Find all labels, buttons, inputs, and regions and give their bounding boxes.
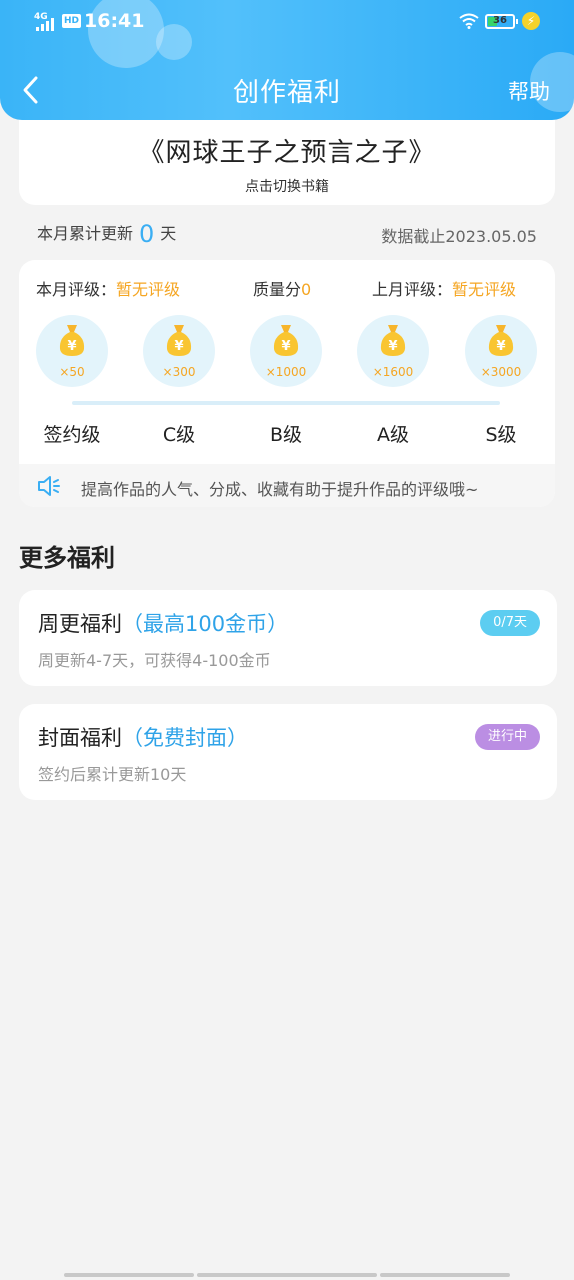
welfare-title: 周更福利	[38, 612, 122, 636]
welfare-highlight: （免费封面）	[122, 726, 248, 750]
weekly-progress-badge: 0/7天	[480, 610, 540, 636]
quality-score-value: 0	[301, 280, 312, 299]
battery-icon: 36	[485, 14, 515, 29]
welfare-name: 周更福利（最高100金币）	[38, 608, 288, 638]
signal-icon	[36, 17, 56, 31]
this-month-rating-label: 本月评级：	[36, 280, 117, 299]
wifi-icon	[459, 13, 479, 29]
gesture-bar	[380, 1273, 510, 1277]
help-button[interactable]: 帮助	[508, 76, 550, 106]
money-bag-icon: ¥	[166, 325, 192, 356]
battery-level: 36	[493, 15, 507, 26]
level-label: 签约级	[43, 424, 101, 446]
data-deadline: 数据截止2023.05.05	[381, 227, 537, 246]
quality-score: 质量分0	[253, 276, 311, 300]
svg-text:¥: ¥	[496, 339, 505, 354]
hd-badge: HD	[62, 14, 82, 28]
weekly-welfare-card[interactable]: 周更福利（最高100金币） 周更新4-7天，可获得4-100金币 0/7天	[19, 590, 557, 686]
welfare-highlight: （最高100金币）	[122, 612, 289, 636]
money-bag-icon: ¥	[488, 325, 514, 356]
level-label: B级	[269, 424, 303, 446]
update-days-count: 0	[139, 220, 155, 248]
reward-coin-c: ¥ ×300	[143, 315, 215, 387]
monthly-update-stat: 本月累计更新 0 天	[37, 220, 176, 248]
reward-coin-a: ¥ ×1600	[357, 315, 429, 387]
page-title: 创作福利	[232, 78, 341, 108]
svg-text:¥: ¥	[67, 339, 76, 354]
this-month-rating-value: 暂无评级	[116, 280, 181, 299]
last-month-rating: 上月评级：暂无评级	[372, 276, 516, 300]
tip-bar: 提高作品的人气、分成、收藏有助于提升作品的评级哦~	[19, 464, 555, 507]
svg-text:¥: ¥	[174, 339, 183, 354]
level-label: A级	[377, 424, 409, 446]
welfare-desc: 周更新4-7天，可获得4-100金币	[38, 651, 271, 670]
reward-coin-signed: ¥ ×50	[36, 315, 108, 387]
reward-multiplier: ×1000	[265, 365, 307, 379]
svg-text:¥: ¥	[281, 339, 290, 354]
last-month-rating-label: 上月评级：	[372, 280, 453, 299]
this-month-rating: 本月评级：暂无评级	[36, 276, 180, 300]
book-card[interactable]: 《网球王子之预言之子》 点击切换书籍	[19, 120, 555, 205]
reward-multiplier: ×1600	[372, 365, 414, 379]
money-bag-icon: ¥	[273, 325, 299, 356]
update-days-unit: 天	[160, 224, 177, 243]
rating-progress-bar	[72, 401, 500, 405]
reward-coin-s: ¥ ×3000	[465, 315, 537, 387]
rating-card: 本月评级：暂无评级 质量分0 上月评级：暂无评级 ¥ ×50 ¥ ×300 ¥ …	[19, 260, 555, 507]
battery-cap	[516, 19, 518, 24]
reward-multiplier: ×50	[59, 365, 85, 379]
level-label: S级	[485, 424, 517, 446]
gesture-bar	[64, 1273, 194, 1277]
status-time: 16:41	[84, 10, 145, 32]
welfare-desc: 签约后累计更新10天	[38, 765, 187, 784]
money-bag-icon: ¥	[380, 325, 406, 356]
welfare-name: 封面福利（免费封面）	[38, 722, 248, 752]
reward-multiplier: ×300	[162, 365, 196, 379]
reward-coin-b: ¥ ×1000	[250, 315, 322, 387]
reward-multiplier: ×3000	[480, 365, 522, 379]
book-title: 《网球王子之预言之子》	[138, 138, 436, 168]
gesture-bar	[197, 1273, 377, 1277]
lightning-icon: ⚡	[522, 12, 540, 30]
cover-status-badge: 进行中	[474, 724, 540, 750]
tip-text: 提高作品的人气、分成、收藏有助于提升作品的评级哦~	[81, 480, 479, 499]
monthly-update-label: 本月累计更新	[37, 224, 134, 243]
svg-text:¥: ¥	[388, 339, 397, 354]
decor-bubble	[156, 24, 192, 60]
cover-welfare-card[interactable]: 封面福利（免费封面） 签约后累计更新10天 进行中	[19, 704, 557, 800]
level-label: C级	[162, 424, 196, 446]
switch-book-link[interactable]: 点击切换书籍	[19, 176, 555, 196]
more-welfare-title: 更多福利	[19, 544, 115, 572]
welfare-title: 封面福利	[38, 726, 122, 750]
quality-score-label: 质量分	[253, 280, 302, 299]
header-bar: 4G HD 16:41 36 ⚡ 创作福利 帮助	[0, 0, 574, 120]
last-month-rating-value: 暂无评级	[452, 280, 517, 299]
money-bag-icon: ¥	[59, 325, 85, 356]
speaker-icon	[38, 476, 60, 496]
